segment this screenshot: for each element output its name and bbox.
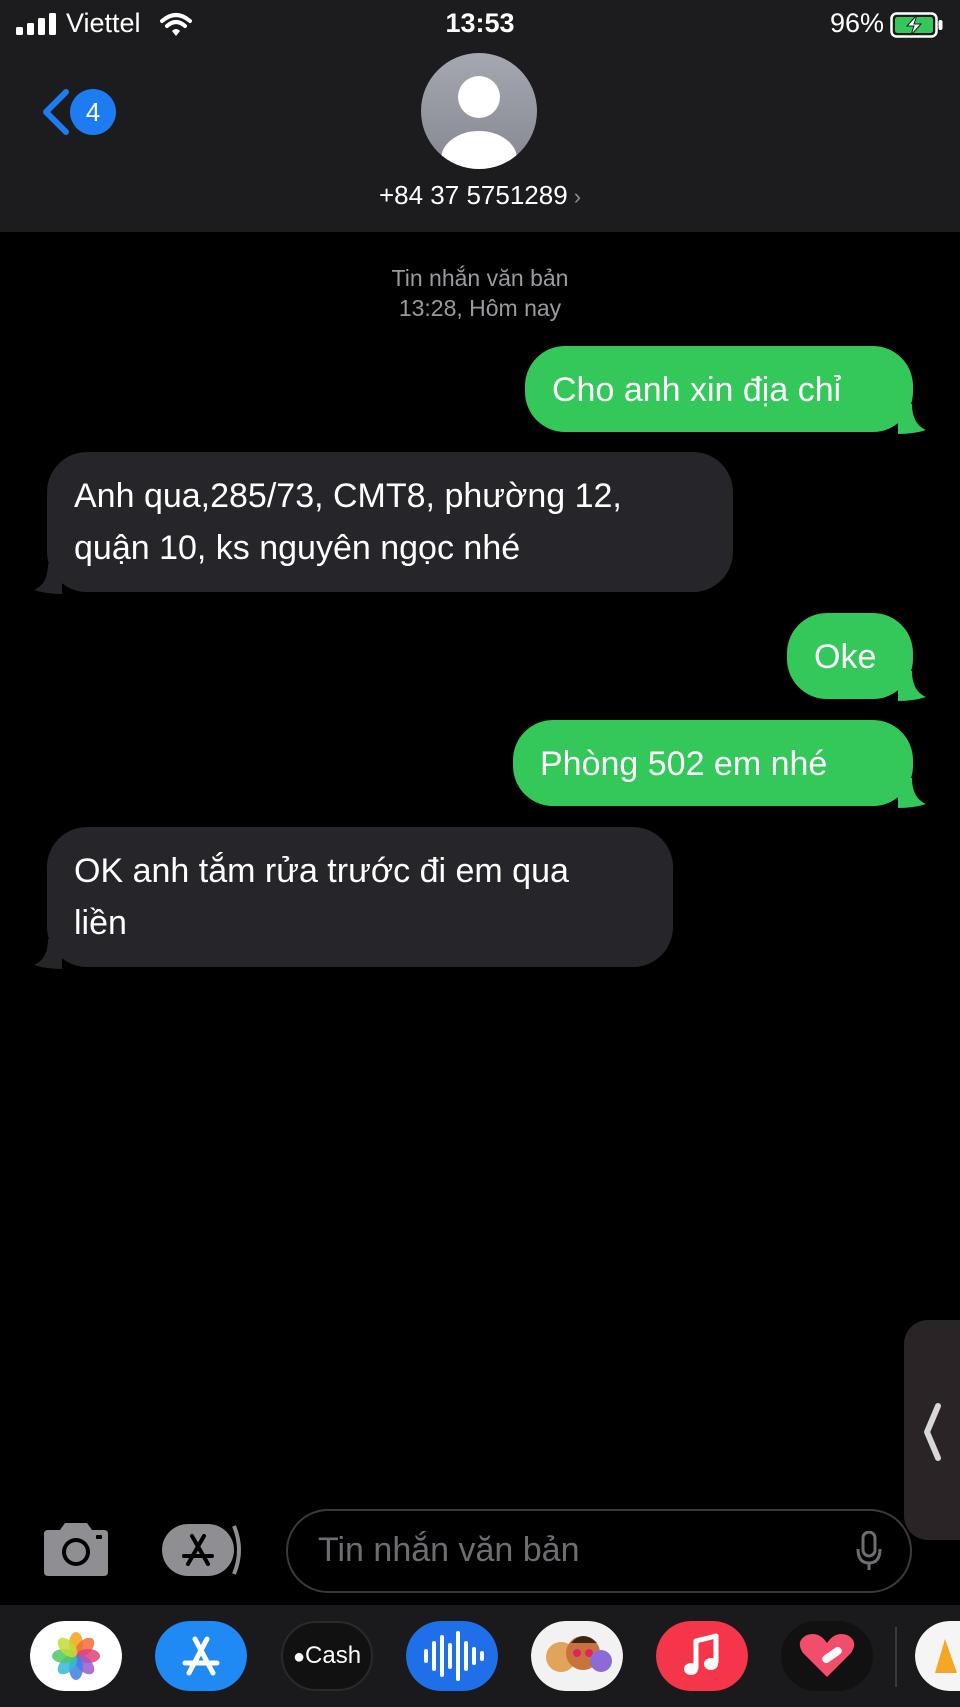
- audio-message-icon[interactable]: [406, 1621, 498, 1691]
- drawer-divider: [895, 1627, 897, 1687]
- message-text: Cho anh xin địa chỉ: [552, 371, 842, 409]
- app-store-icon[interactable]: [155, 1621, 247, 1691]
- photos-icon[interactable]: [30, 1621, 122, 1691]
- contact-name[interactable]: +84 37 5751289 ›: [0, 180, 960, 211]
- received-bubble-tail: [34, 564, 62, 594]
- message-input[interactable]: Tin nhắn văn bản: [286, 1509, 912, 1593]
- conversation-timestamp: 13:28, Hôm nay: [398, 295, 562, 321]
- camera-icon[interactable]: [40, 1520, 112, 1578]
- battery-charging-icon: [890, 12, 943, 38]
- message-service-label: Tin nhắn văn bản: [391, 265, 569, 291]
- message-text-line: liền: [74, 904, 127, 942]
- music-icon[interactable]: [656, 1621, 748, 1691]
- apple-logo-icon: ●: [292, 1646, 306, 1668]
- chevron-left-icon: [924, 1403, 941, 1461]
- unread-count-badge[interactable]: 4: [70, 89, 116, 135]
- apple-cash-label: Cash: [305, 1642, 362, 1669]
- sent-message-bubble[interactable]: Phòng 502 em nhé: [513, 720, 913, 806]
- received-message-bubble[interactable]: Anh qua,285/73, CMT8, phường 12, quận 10…: [47, 452, 733, 592]
- sent-message-bubble[interactable]: Cho anh xin địa chỉ: [525, 346, 913, 432]
- more-apps-icon[interactable]: [915, 1621, 960, 1691]
- message-text: Oke: [814, 638, 877, 676]
- contact-avatar[interactable]: [421, 53, 537, 169]
- microphone-icon[interactable]: [856, 1531, 882, 1571]
- side-drawer-handle[interactable]: [904, 1320, 960, 1540]
- digital-touch-icon[interactable]: [781, 1621, 873, 1691]
- received-message-bubble[interactable]: OK anh tắm rửa trước đi em qua liền: [47, 827, 673, 967]
- imessage-app-drawer: ●Cash: [0, 1605, 960, 1707]
- memoji-icon[interactable]: [531, 1621, 623, 1691]
- sent-message-bubble[interactable]: Oke: [787, 613, 913, 699]
- app-store-button[interactable]: [160, 1522, 246, 1578]
- battery-percent: 96%: [829, 8, 884, 38]
- sent-bubble-tail: [898, 671, 926, 701]
- message-input-placeholder: Tin nhắn văn bản: [318, 1531, 580, 1569]
- sent-bubble-tail: [898, 404, 926, 434]
- apple-cash-icon[interactable]: ●Cash: [281, 1621, 373, 1691]
- message-text: Phòng 502 em nhé: [540, 745, 828, 783]
- conversation-header: Viettel 13:53 96% 4 +84 37 5751289 ›: [0, 0, 960, 232]
- contact-number[interactable]: +84 37 5751289: [379, 180, 568, 210]
- status-bar: Viettel 13:53 96%: [0, 0, 960, 50]
- contact-chevron-icon: ›: [573, 184, 582, 209]
- message-text-line: Anh qua,285/73, CMT8, phường 12,: [74, 477, 622, 515]
- sent-bubble-tail: [898, 778, 926, 808]
- received-bubble-tail: [34, 939, 62, 969]
- clock: 13:53: [445, 8, 515, 38]
- message-text-line: OK anh tắm rửa trước đi em qua: [74, 852, 569, 890]
- message-text-line: quận 10, ks nguyên ngọc nhé: [74, 529, 521, 567]
